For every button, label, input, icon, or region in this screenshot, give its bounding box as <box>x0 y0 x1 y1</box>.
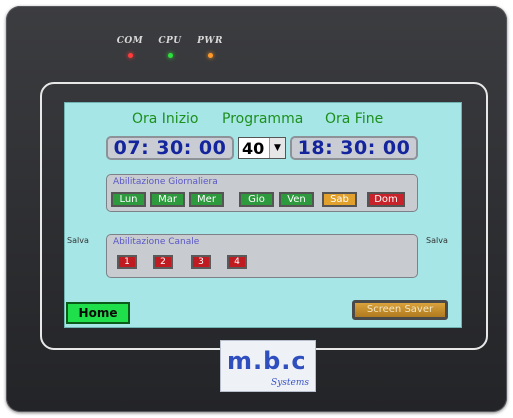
daily-enable-group: Abilitazione Giornaliera Lun Mar Mer Gio… <box>106 174 418 212</box>
day-button-dom[interactable]: Dom <box>367 192 405 207</box>
logo-main-text: m.b.c <box>227 347 307 375</box>
channel-enable-group: Abilitazione Canale 1 2 3 4 <box>106 234 418 278</box>
daily-enable-title: Abilitazione Giornaliera <box>113 177 218 187</box>
hmi-screen: Ora Inizio Programma Ora Fine 07: 30: 00… <box>64 102 462 328</box>
channel-enable-title: Abilitazione Canale <box>113 237 200 247</box>
screen-saver-button[interactable]: Screen Saver <box>352 300 448 320</box>
day-button-ven[interactable]: Ven <box>279 192 314 207</box>
channel-button-4[interactable]: 4 <box>227 255 247 269</box>
day-button-mar[interactable]: Mar <box>150 192 185 207</box>
channel-button-3[interactable]: 3 <box>191 255 211 269</box>
indicator-pwr: PWR <box>192 36 228 58</box>
start-time-heading: Ora Inizio <box>132 111 199 127</box>
status-indicators: COM CPU PWR <box>112 36 232 66</box>
day-button-lun[interactable]: Lun <box>111 192 146 207</box>
day-button-mer[interactable]: Mer <box>189 192 224 207</box>
channel-button-2[interactable]: 2 <box>153 255 173 269</box>
indicator-com: COM <box>112 36 148 58</box>
channel-button-1[interactable]: 1 <box>117 255 137 269</box>
program-heading: Programma <box>222 111 304 127</box>
day-button-gio[interactable]: Gio <box>239 192 274 207</box>
home-button[interactable]: Home <box>66 302 130 324</box>
end-time-heading: Ora Fine <box>325 111 384 127</box>
logo-sub-text: Systems <box>271 378 309 388</box>
save-left-label[interactable]: Salva <box>67 236 89 245</box>
indicator-pwr-label: PWR <box>197 36 223 46</box>
program-select[interactable]: 40 ▼ <box>238 137 286 159</box>
indicator-com-label: COM <box>116 36 144 46</box>
end-time-field[interactable]: 18: 30: 00 <box>290 136 418 160</box>
start-time-field[interactable]: 07: 30: 00 <box>106 136 234 160</box>
save-right-label[interactable]: Salva <box>426 236 448 245</box>
pwr-led-icon <box>207 53 213 58</box>
chevron-down-icon[interactable]: ▼ <box>269 138 285 158</box>
program-select-value: 40 <box>242 139 265 158</box>
brand-logo: m.b.c Systems <box>220 340 316 392</box>
com-led-icon <box>127 53 133 58</box>
cpu-led-icon <box>167 53 173 58</box>
indicator-cpu: CPU <box>152 36 188 58</box>
indicator-cpu-label: CPU <box>158 36 182 46</box>
day-button-sab[interactable]: Sab <box>322 192 357 207</box>
